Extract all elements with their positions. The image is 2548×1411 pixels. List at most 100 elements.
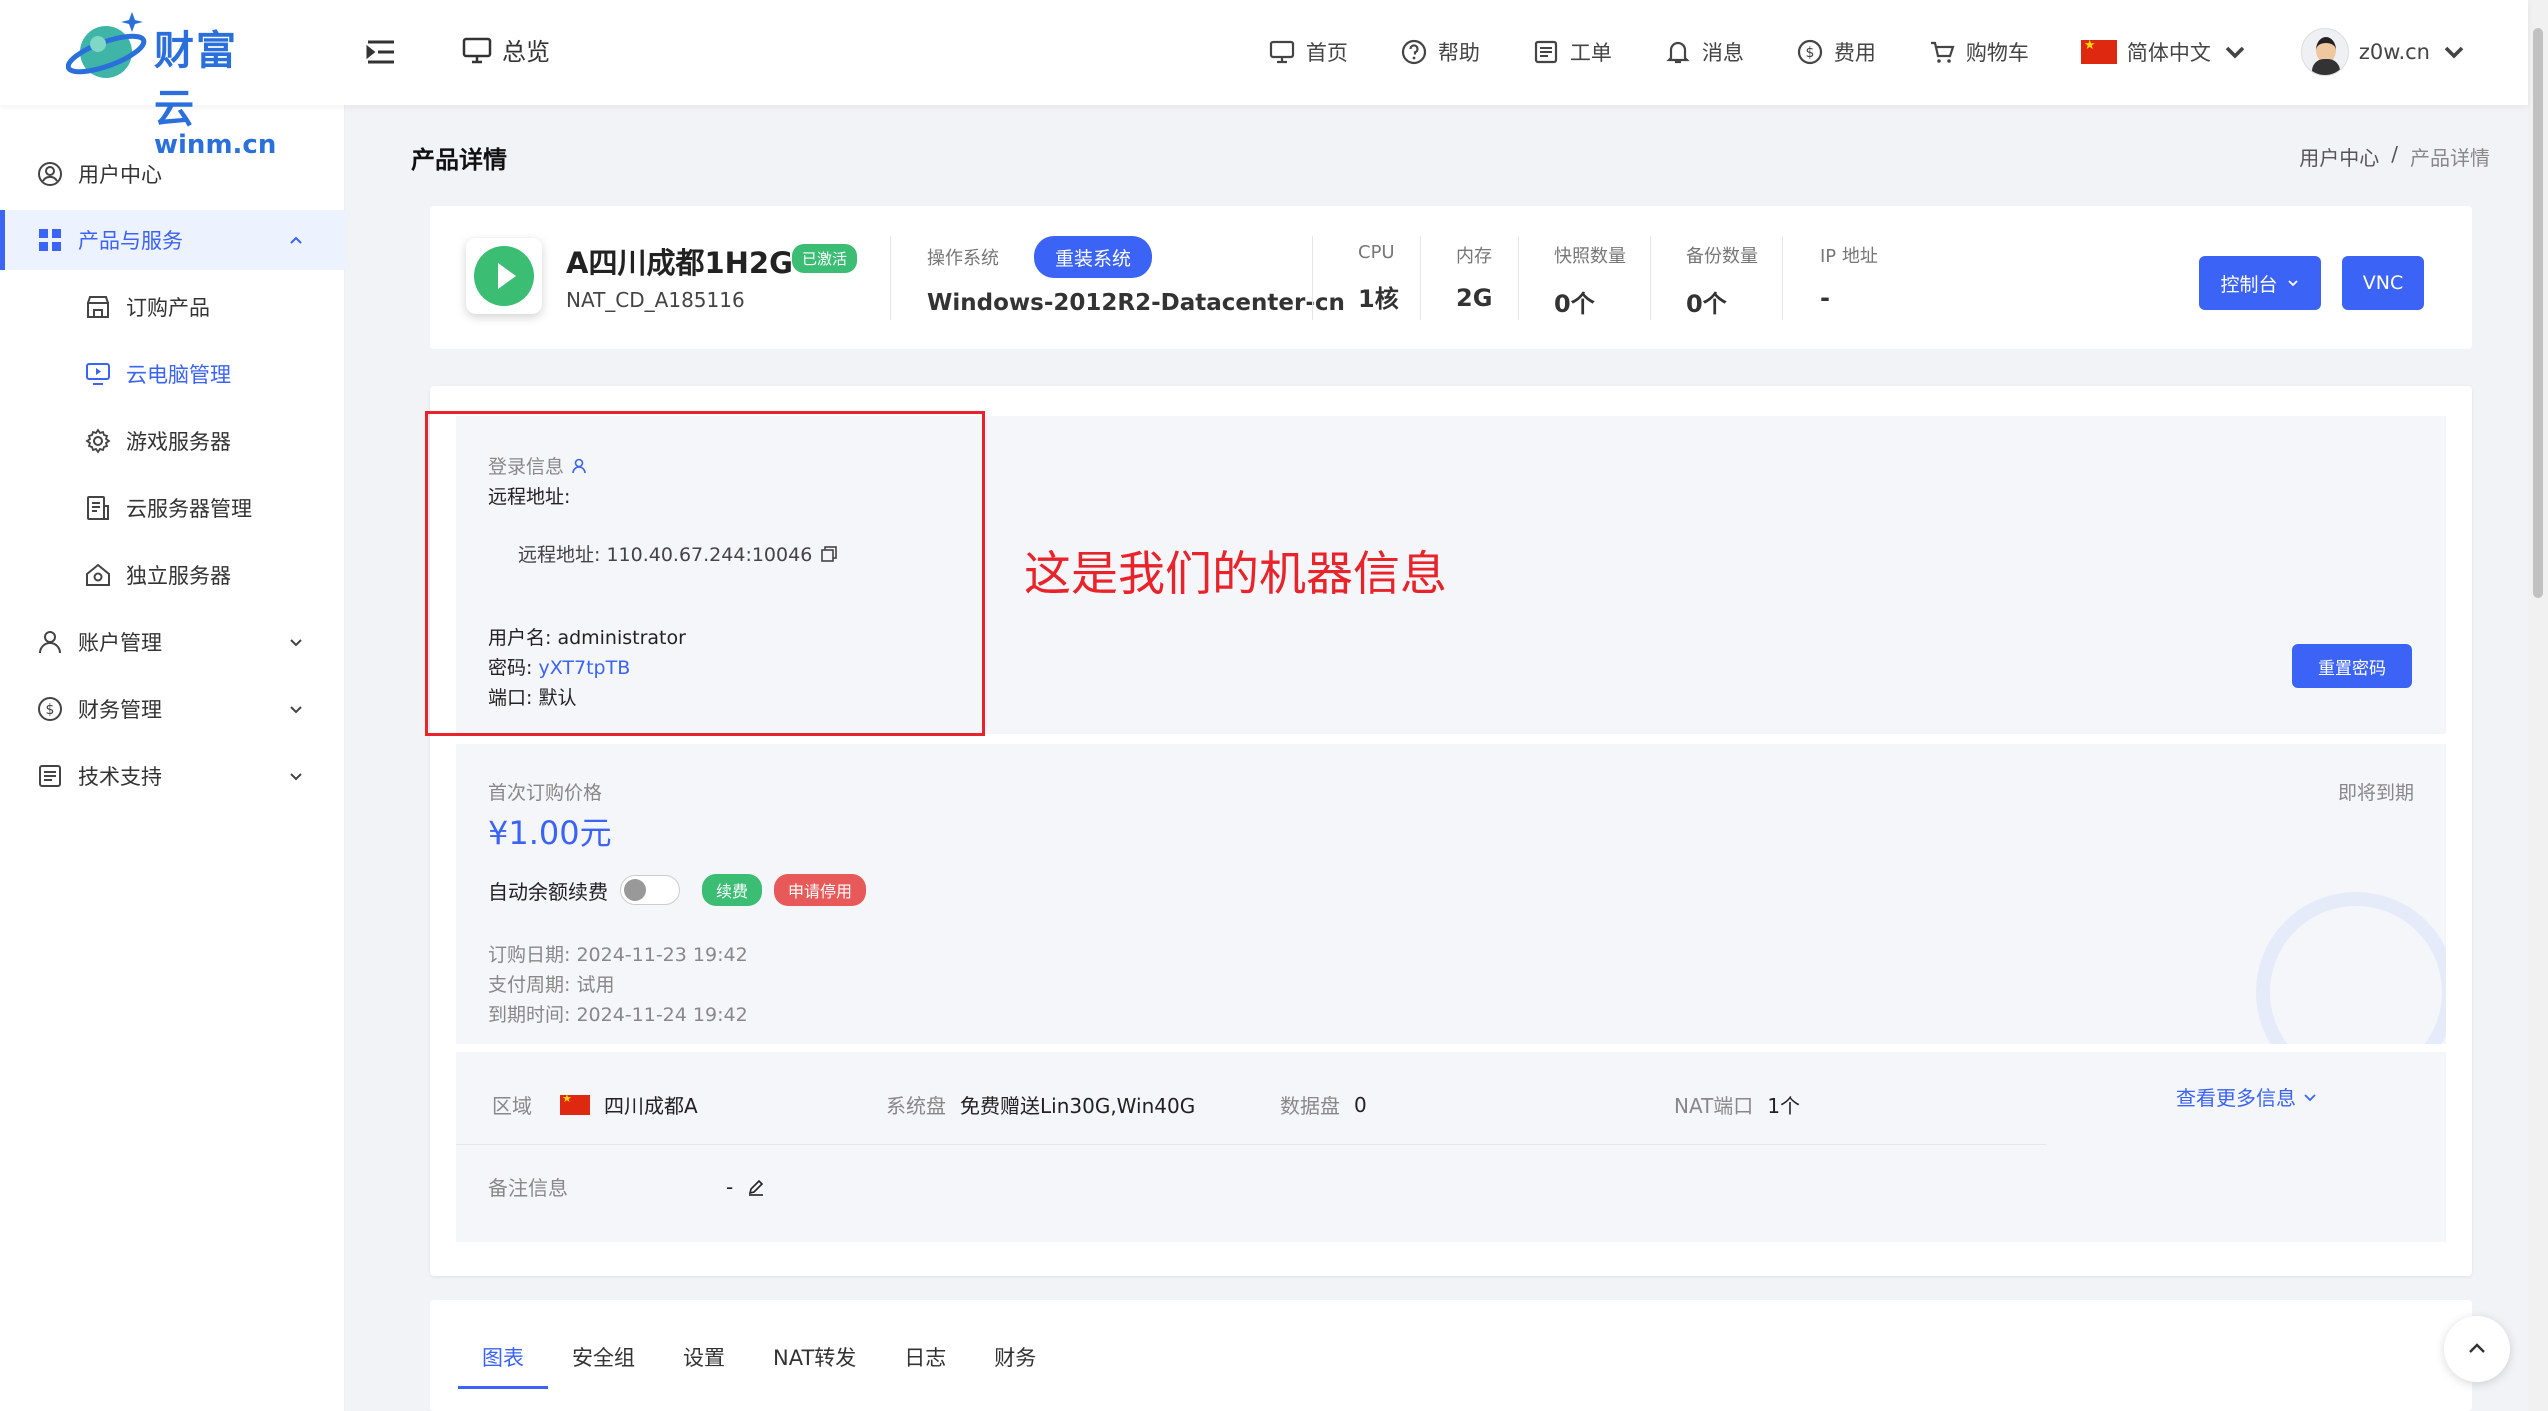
spec-backups: 备份数量 0个 <box>1686 242 1758 319</box>
spec-ip: IP 地址 - <box>1820 242 1878 312</box>
console-button[interactable]: 控制台 <box>2199 256 2321 310</box>
os-value: Windows-2012R2-Datacenter-cn <box>927 290 1345 316</box>
avatar <box>2300 28 2349 76</box>
nav-ticket[interactable]: 工单 <box>1532 37 1612 67</box>
console-label: 控制台 <box>2220 273 2278 296</box>
sidebar-subitem-label: 云电脑管理 <box>126 363 231 387</box>
product-summary-card: A四川成都1H2G 已激活 NAT_CD_A185116 操作系统 重装系统 W… <box>430 206 2472 349</box>
spec-value: 0个 <box>1686 290 1727 318</box>
tab-bar: 图表 安全组 设置 NAT转发 日志 财务 <box>458 1342 1060 1389</box>
tab-charts[interactable]: 图表 <box>458 1342 548 1389</box>
nav-billing[interactable]: $ 费用 <box>1796 37 1876 67</box>
sidebar-subitem-cloud-pc[interactable]: 云电脑管理 <box>0 344 345 404</box>
sidebar-subitem-label: 云服务器管理 <box>126 497 252 521</box>
product-name: A四川成都1H2G <box>566 246 793 280</box>
grid-icon <box>39 229 61 251</box>
more-info-link[interactable]: 查看更多信息 <box>2176 1082 2318 1111</box>
spec-value: - <box>1820 284 1830 312</box>
page-scrollbar[interactable] <box>2528 0 2548 1411</box>
username-label: z0w.cn <box>2358 40 2430 64</box>
divider <box>456 1144 2046 1145</box>
language-selector[interactable]: 简体中文 <box>2080 37 2249 67</box>
region-field: 区域 四川成都A <box>492 1090 698 1119</box>
region-label: 区域 <box>492 1094 532 1118</box>
sidebar-subitem-game-server[interactable]: 游戏服务器 <box>0 411 345 471</box>
scrollbar-thumb[interactable] <box>2533 28 2543 598</box>
logo[interactable]: 财富云 winm.cn <box>65 4 276 160</box>
billing-panel: 首次订购价格 ¥1.00元 即将到期 自动余额续费 续费 申请停用 订购日期: … <box>456 744 2446 1044</box>
nav-billing-label: 费用 <box>1833 41 1876 65</box>
spec-memory: 内存 2G <box>1456 242 1492 312</box>
monitor-play-icon <box>86 363 110 385</box>
shop-icon <box>87 296 109 318</box>
sidebar-item-label: 用户中心 <box>78 163 162 187</box>
nat-port-label: NAT端口 <box>1674 1094 1754 1118</box>
request-stop-button[interactable]: 申请停用 <box>774 874 867 906</box>
tab-finance[interactable]: 财务 <box>970 1342 1060 1389</box>
chevron-down-icon <box>2287 280 2298 287</box>
chevron-up-icon <box>290 236 302 244</box>
svg-text:$: $ <box>1805 45 1814 61</box>
chevron-down-icon <box>290 773 302 781</box>
nav-home[interactable]: 首页 <box>1268 37 1348 67</box>
data-disk-field: 数据盘 0 <box>1280 1090 1367 1119</box>
reinstall-os-button[interactable]: 重装系统 <box>1034 236 1152 278</box>
sidebar-item-support[interactable]: 技术支持 <box>0 746 345 806</box>
sidebar-item-label: 账户管理 <box>78 631 162 655</box>
order-date: 订购日期: 2024-11-23 19:42 <box>488 944 748 966</box>
renew-button[interactable]: 续费 <box>702 874 763 906</box>
nat-port-value: 1个 <box>1767 1094 1801 1118</box>
nav-cart[interactable]: 购物车 <box>1928 37 2029 67</box>
breadcrumb-current: 产品详情 <box>2410 146 2490 170</box>
sidebar-subitem-label: 游戏服务器 <box>126 430 231 454</box>
sidebar-item-products-services[interactable]: 产品与服务 <box>0 210 345 270</box>
back-to-top-button[interactable] <box>2444 1316 2510 1382</box>
sidebar-item-finance[interactable]: $ 财务管理 <box>0 679 345 739</box>
auto-renew-row: 自动余额续费 续费 申请停用 <box>488 874 867 906</box>
tab-nat-forward[interactable]: NAT转发 <box>749 1342 880 1389</box>
overview-link[interactable]: 总览 <box>462 32 550 67</box>
reset-password-button[interactable]: 重置密码 <box>2292 644 2412 688</box>
divider <box>890 236 891 320</box>
watermark-icon <box>2256 892 2446 1044</box>
nav-cart-label: 购物车 <box>1965 41 2029 65</box>
sidebar-subitem-cloud-server[interactable]: 云服务器管理 <box>0 478 345 538</box>
spec-cpu: CPU 1核 <box>1358 242 1399 314</box>
tab-logs[interactable]: 日志 <box>880 1342 970 1389</box>
planet-logo-icon <box>65 12 147 78</box>
nav-home-label: 首页 <box>1305 41 1348 65</box>
system-disk-label: 系统盘 <box>886 1094 946 1118</box>
sidebar-item-account[interactable]: 账户管理 <box>0 612 345 672</box>
sidebar-subitem-label: 独立服务器 <box>126 564 231 588</box>
nav-help[interactable]: 帮助 <box>1400 37 1480 67</box>
edit-pencil-icon[interactable] <box>747 1178 765 1196</box>
tab-settings[interactable]: 设置 <box>659 1342 749 1389</box>
sidebar-subitem-dedicated-server[interactable]: 独立服务器 <box>0 545 345 605</box>
remark-row: 备注信息 - <box>488 1172 765 1201</box>
user-menu[interactable]: z0w.cn <box>2300 28 2468 76</box>
os-label: 操作系统 <box>927 248 999 269</box>
breadcrumb-user-center[interactable]: 用户中心 <box>2299 142 2379 171</box>
divider <box>1312 236 1313 320</box>
annotation-highlight-box <box>425 411 985 736</box>
dollar-icon: $ <box>38 697 62 721</box>
product-code: NAT_CD_A185116 <box>566 288 745 312</box>
help-icon <box>1401 39 1426 65</box>
nav-messages-label: 消息 <box>1701 41 1744 65</box>
menu-collapse-icon[interactable] <box>366 38 396 66</box>
remark-label: 备注信息 <box>488 1176 568 1200</box>
page-title: 产品详情 <box>411 146 507 174</box>
spec-label: 备份数量 <box>1686 246 1758 267</box>
svg-text:$: $ <box>46 702 55 718</box>
nav-messages[interactable]: 消息 <box>1664 37 1744 67</box>
vnc-button[interactable]: VNC <box>2342 256 2424 310</box>
home-icon <box>1269 40 1294 64</box>
language-label: 简体中文 <box>2126 41 2211 65</box>
power-start-button[interactable] <box>466 238 542 314</box>
chevron-down-icon <box>290 706 302 714</box>
tab-security-group[interactable]: 安全组 <box>548 1342 659 1389</box>
region-value: 四川成都A <box>604 1094 698 1118</box>
breadcrumb: 用户中心 / 产品详情 <box>2299 142 2490 171</box>
auto-renew-toggle[interactable] <box>620 875 680 905</box>
sidebar-subitem-order-products[interactable]: 订购产品 <box>0 277 345 337</box>
